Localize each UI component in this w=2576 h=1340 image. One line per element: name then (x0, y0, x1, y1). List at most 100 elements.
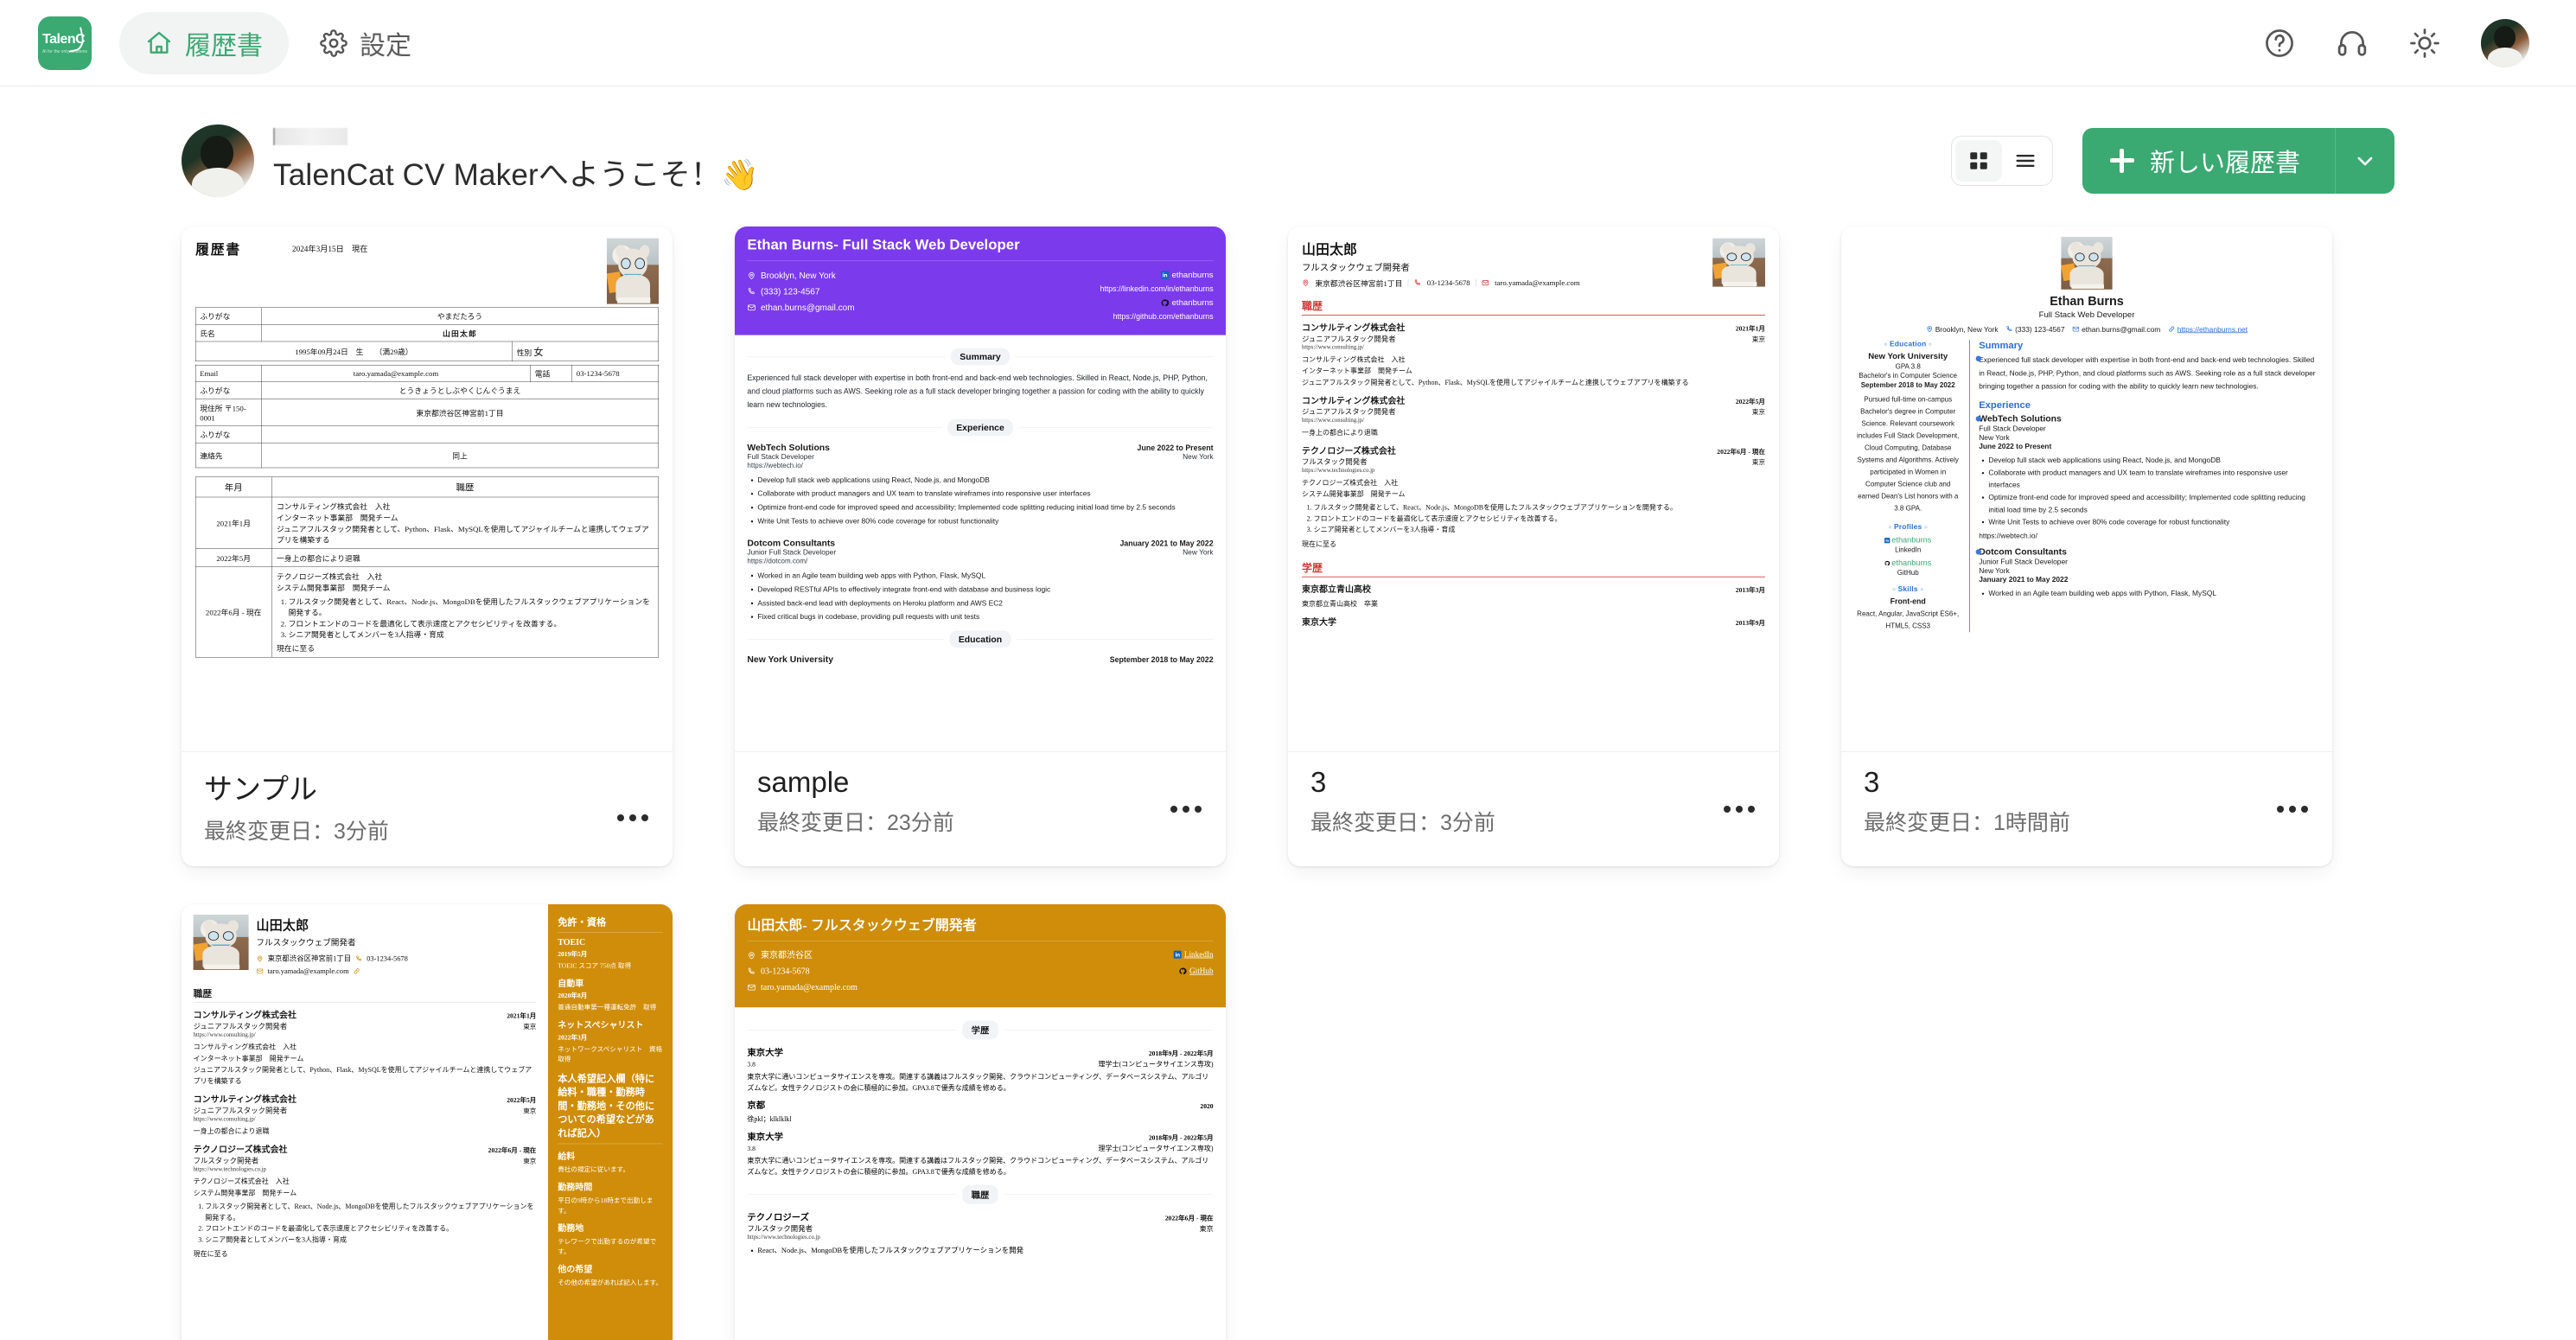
list-view-button[interactable] (2002, 140, 2049, 182)
page-header: TalenCat CV Makerへようこそ！👋 新しい履歴書 (0, 86, 2576, 206)
job-line: インターネット事業部 開発チーム (193, 1055, 304, 1062)
job-date: 2021年1月 (507, 1012, 537, 1020)
furigana-address-label: ふりがな (194, 381, 262, 399)
nav-item-resumes-label: 履歴書 (185, 31, 263, 61)
card-menu-button[interactable] (1170, 806, 1202, 813)
education-date: September 2018 to May 2022 (1860, 381, 1955, 390)
website-link[interactable]: https://ethanburns.net (2177, 326, 2248, 334)
history-col-date: 年月 (194, 476, 272, 498)
company-url[interactable]: https://www.technologies.co.jp (747, 1234, 1213, 1241)
resume-role: Full Stack Web Developer (2038, 309, 2135, 320)
resume-preview[interactable]: 山田太郎- フルスタックウェブ開発者 東京都渋谷区 03-1234-5678 t… (735, 904, 1226, 1340)
resume-preview[interactable]: Ethan Burns- Full Stack Web Developer Br… (735, 227, 1226, 752)
company-url[interactable]: https://webtech.io/ (1979, 532, 2318, 540)
resume-card[interactable]: 山田太郎 フルスタックウェブ開発者 東京都渋谷区神宮前1丁目 03-1234-5… (1288, 227, 1779, 866)
resume-card[interactable]: Ethan Burns- Full Stack Web Developer Br… (735, 227, 1226, 866)
sun-icon[interactable] (2408, 27, 2441, 60)
section-experience: Experience (747, 418, 1214, 437)
user-name-redacted (273, 127, 348, 145)
resume-preview[interactable]: 山田太郎 フルスタックウェブ開発者 東京都渋谷区神宮前1丁目 03-1234-5… (1288, 227, 1779, 752)
job-role: フルスタック開発者 (193, 1157, 259, 1165)
company-url[interactable]: https://www.consulting.jp/ (1302, 344, 1765, 351)
headset-icon[interactable] (2336, 27, 2369, 60)
birth-date: 1995年09月24日 生 （満29歳） (194, 341, 513, 361)
certification-entry: TOEIC 2019年5月 TOEIC スコア 750点 取得 (558, 938, 663, 972)
email-text: taro.yamada@example.com (1495, 278, 1580, 287)
resume-banner: 山田太郎- フルスタックウェブ開発者 東京都渋谷区 03-1234-5678 t… (735, 904, 1226, 1008)
company-url[interactable]: https://www.consulting.jp/ (1302, 417, 1765, 424)
job-date: June 2022 to Present (1979, 442, 2052, 451)
card-menu-button[interactable] (617, 814, 648, 821)
wish-entry: 給料 貴社の規定に従います。 (558, 1149, 663, 1174)
sidebar-section-profiles: ○ Profiles ○ (1888, 522, 1928, 532)
job-date: 2022年5月 (1735, 398, 1765, 405)
resume-preview[interactable]: 履歴書 2024年3月15日 現在 ふりがな やまだたろう 氏名 山田太郎 19… (182, 227, 673, 752)
company-url[interactable]: https://www.consulting.jp/ (194, 1116, 537, 1123)
resume-card[interactable]: Ethan Burns Full Stack Web Developer Bro… (1841, 227, 2332, 866)
job-location: New York (1979, 566, 2010, 575)
job-date: 2022年5月 (507, 1096, 537, 1105)
education-description: Pursued full-time on-campus Bachelor's d… (1857, 395, 1960, 513)
grid-view-button[interactable] (1954, 140, 2002, 182)
location-pin-icon (1302, 279, 1310, 287)
user-avatar[interactable] (2481, 18, 2529, 67)
job-numbered-item: フロントエンドのコードを最適化して表示速度とアクセシビリティを改善する。 (205, 1223, 536, 1235)
email-label: Email (194, 365, 262, 382)
phone-text: (333) 123-4567 (2015, 325, 2065, 334)
resume-preview[interactable]: 山田太郎 フルスタックウェブ開発者 東京都渋谷区神宮前1丁目 03-1234-5… (182, 904, 673, 1340)
job-date: 2022年6月 - 現在 (1164, 1215, 1214, 1222)
nav-item-resumes[interactable]: 履歴書 (119, 11, 289, 74)
wish-title: 勤務時間 (558, 1183, 593, 1192)
sidebar-section-education: ○ Education ○ (1884, 340, 1932, 348)
degree-value: 理学士(コンピュータサイエンス専攻) (1098, 1144, 1214, 1152)
linkedin-handle[interactable]: ethanburns (1891, 535, 1931, 544)
job-role: フルスタック開発者 (1302, 457, 1368, 467)
card-menu-button[interactable] (2277, 806, 2308, 813)
phone-value: 03-1234-5678 (571, 365, 659, 382)
address-text: 東京都渋谷区 (761, 950, 813, 960)
skill-list: React, Angular, JavaScript ES6+, HTML5, … (1857, 609, 1960, 630)
new-resume-button[interactable]: 新しい履歴書 (2082, 128, 2336, 194)
job-role: Full Stack Developer (747, 452, 814, 461)
location-pin-icon (1926, 325, 1933, 333)
job-entry: コンサルティング株式会社 2021年1月 ジュニアフルスタック開発者 東京 http… (194, 1009, 537, 1088)
help-icon[interactable] (2263, 27, 2296, 60)
company-url[interactable]: https://dotcom.com/ (747, 558, 1213, 565)
resume-preview[interactable]: Ethan Burns Full Stack Web Developer Bro… (1841, 227, 2332, 752)
card-menu-button[interactable] (1724, 806, 1755, 813)
resume-card-grid: 履歴書 2024年3月15日 現在 ふりがな やまだたろう 氏名 山田太郎 19… (0, 206, 2576, 1340)
section-education: Education (747, 630, 1214, 648)
company-url[interactable]: https://www.technologies.co.jp (194, 1166, 537, 1173)
card-footer: 3 最終変更日：3分前 (1288, 752, 1779, 858)
new-resume-dropdown-button[interactable] (2336, 128, 2394, 194)
school-note: 東京都立青山高校 卒業 (1302, 600, 1378, 609)
wish-entry: 勤務地 テレワークで出勤するのが希望です。 (558, 1222, 663, 1257)
job-line: テクノロジーズ株式会社 入社 (1302, 479, 1399, 487)
card-title: 3 (1310, 766, 1327, 798)
company-url[interactable]: https://www.consulting.jp/ (194, 1031, 537, 1038)
profile-photo-cat (607, 238, 659, 304)
linkedin-label[interactable]: LinkedIn (1184, 948, 1214, 961)
wish-desc: その他の希望があれば記入します。 (558, 1279, 663, 1286)
degree-value: Bachelor's in Computer Science (1859, 372, 1957, 380)
linkedin-url[interactable]: https://linkedin.com/in/ethanburns (1100, 282, 1214, 295)
company-url[interactable]: https://www.technologies.co.jp (1302, 467, 1765, 474)
github-url[interactable]: https://github.com/ethanburns (1100, 310, 1214, 323)
job-bullet: Develop full stack web applications usin… (1988, 455, 2318, 467)
resume-card[interactable]: 履歴書 2024年3月15日 現在 ふりがな やまだたろう 氏名 山田太郎 19… (182, 227, 673, 866)
nav-item-settings[interactable]: 設定 (294, 12, 437, 74)
job-line: 一身上の都合により退職 (1302, 429, 1378, 437)
resume-card[interactable]: 山田太郎- フルスタックウェブ開発者 東京都渋谷区 03-1234-5678 t… (735, 904, 1226, 1340)
history-body: 一身上の都合により退職 (271, 548, 659, 568)
furigana-name: やまだたろう (261, 307, 659, 325)
company-url[interactable]: https://webtech.io/ (747, 462, 1213, 469)
github-label[interactable]: GitHub (1189, 964, 1214, 978)
resume-card[interactable]: 山田太郎 フルスタックウェブ開発者 東京都渋谷区神宮前1丁目 03-1234-5… (182, 904, 673, 1340)
furigana2-label: ふりがな (194, 425, 262, 443)
job-bullet: Worked in an Agile team building web app… (757, 570, 1213, 582)
github-handle[interactable]: ethanburns (1891, 558, 1931, 567)
app-logo[interactable]: TalenC AI for the only solutions (38, 16, 92, 70)
job-numbered-item: フロントエンドのコードを最適化して表示速度とアクセシビリティを改善する。 (1314, 514, 1765, 525)
job-location: 東京 (1751, 458, 1765, 467)
email-icon (256, 967, 264, 974)
